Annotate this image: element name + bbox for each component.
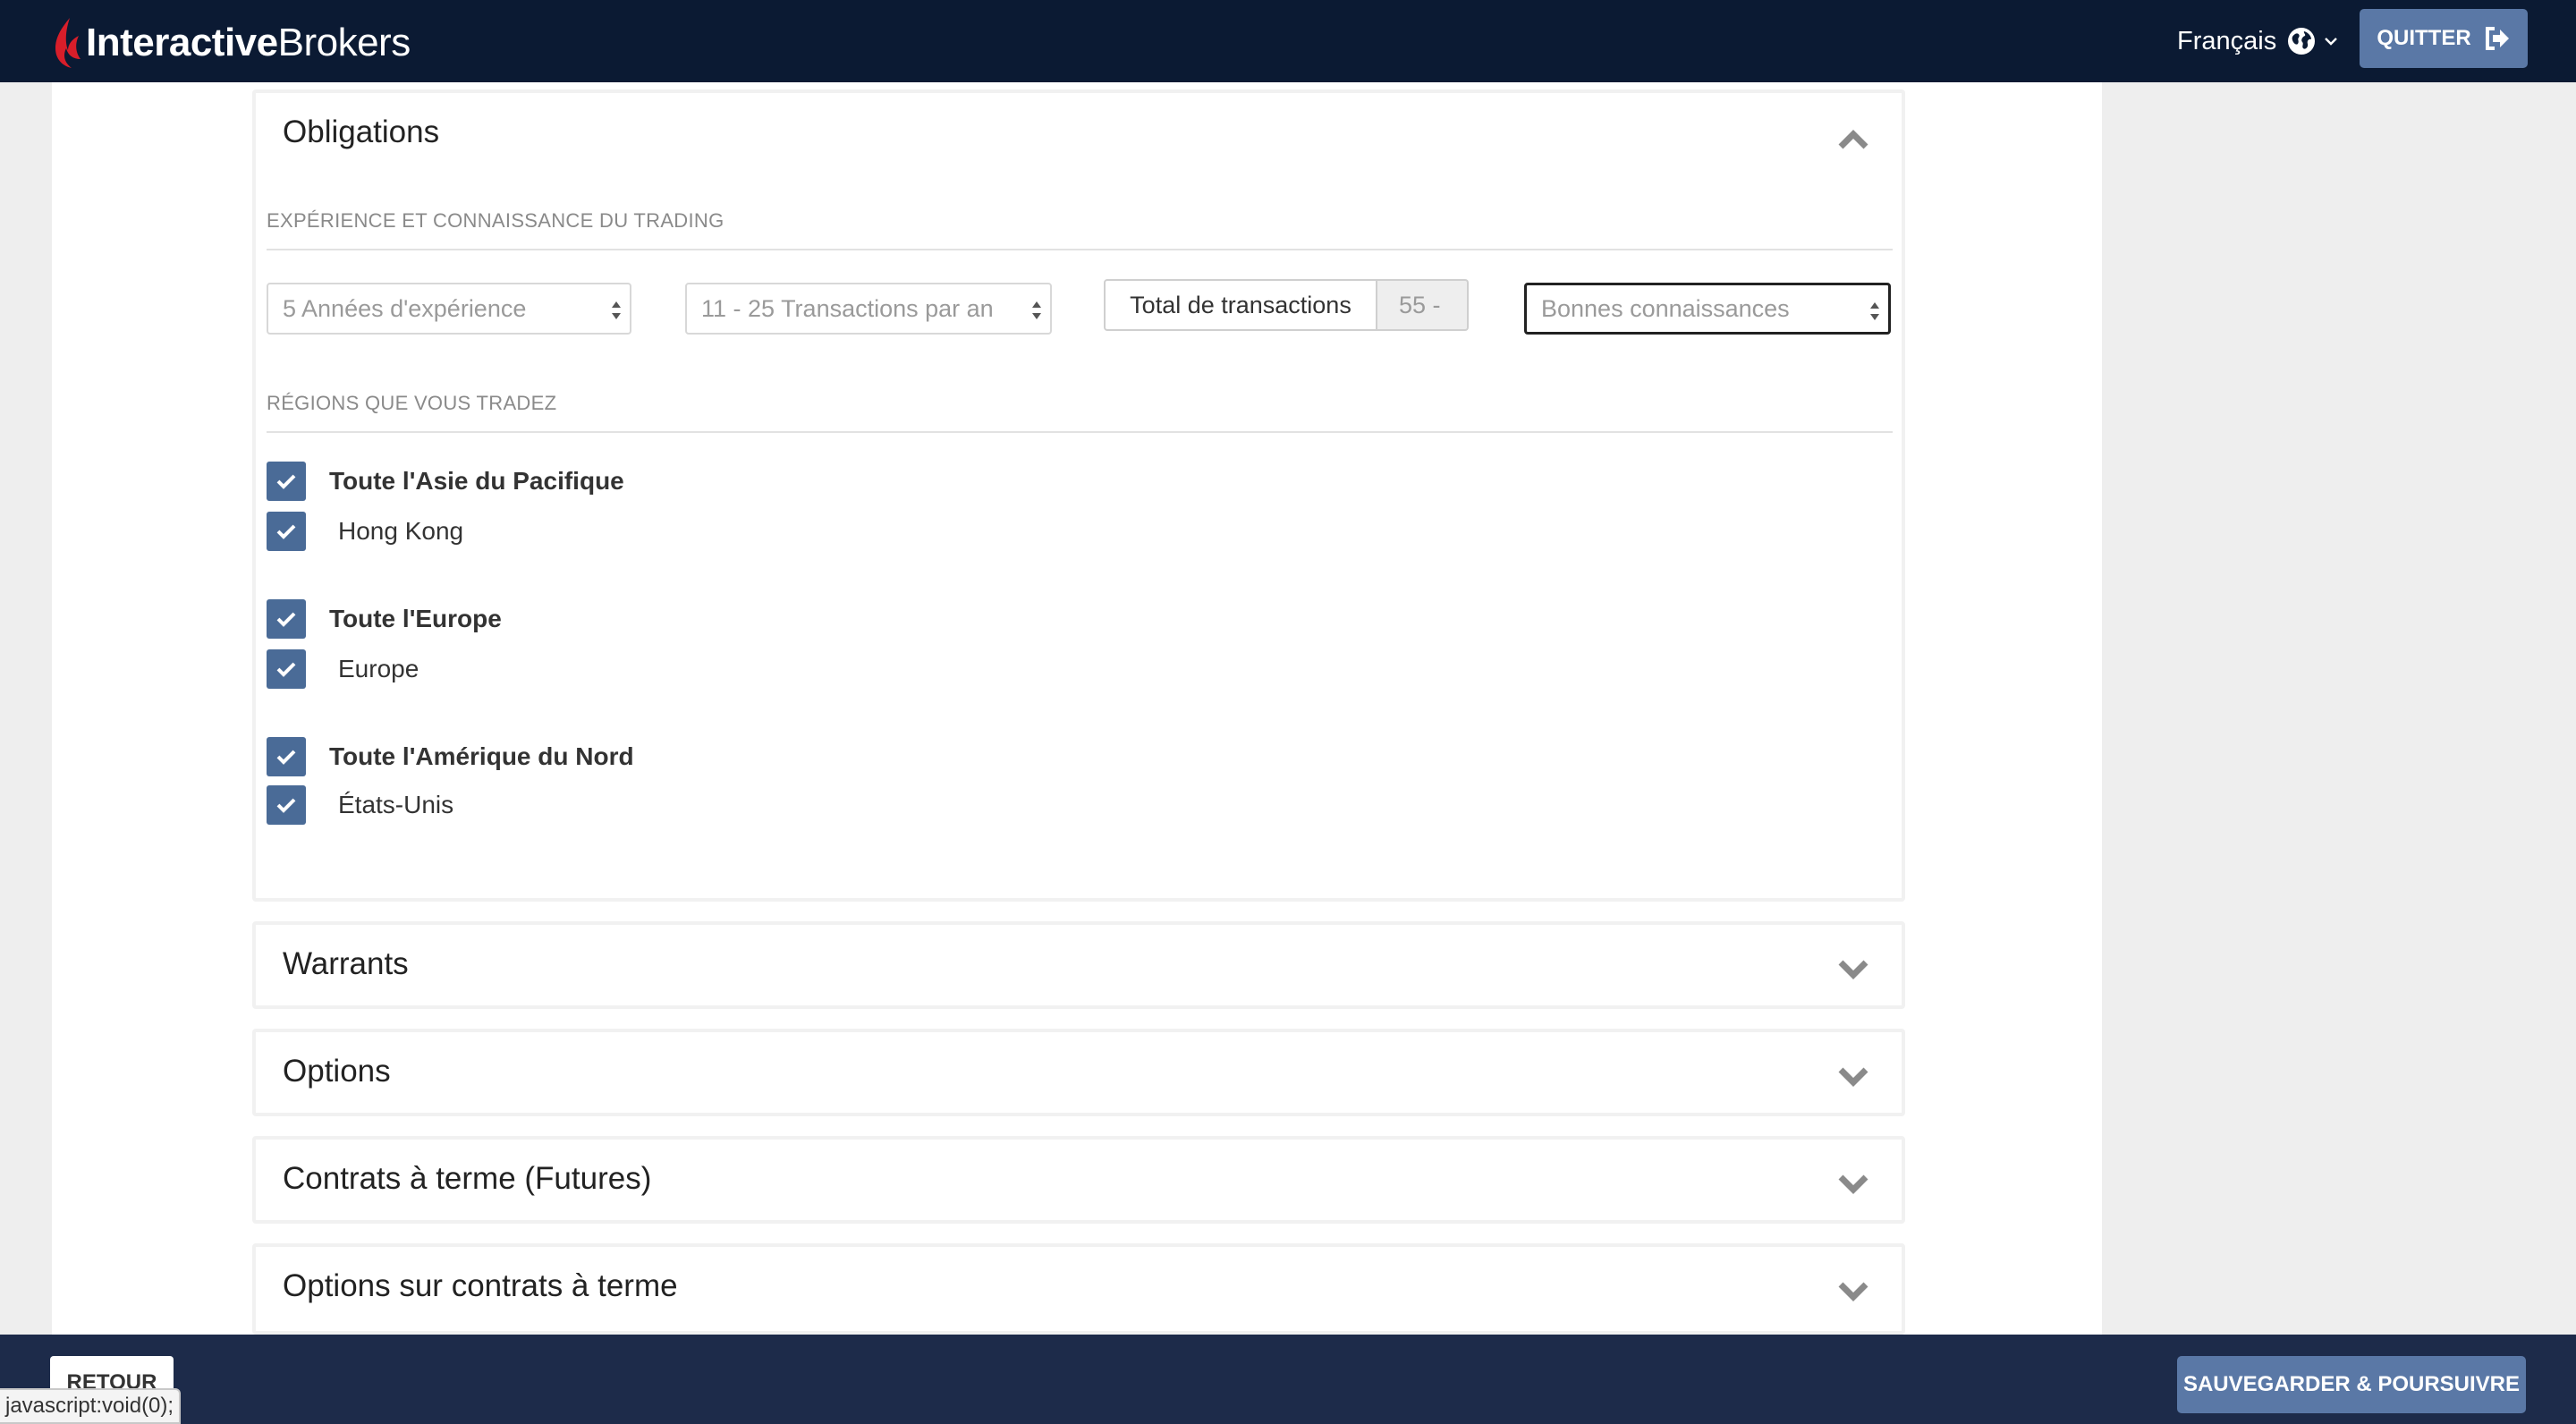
accordion-title: Options sur contrats à terme	[283, 1268, 678, 1303]
trades-per-year-select[interactable]: 11 - 25 Transactions par an	[685, 283, 1052, 335]
chevron-down-icon	[2325, 38, 2338, 46]
check-icon	[276, 662, 296, 677]
accordion-futures[interactable]: Contrats à terme (Futures)	[252, 1136, 1905, 1224]
bonds-title[interactable]: Obligations	[283, 114, 439, 150]
language-label: Français	[2177, 26, 2277, 55]
years-experience-value: 5 Années d'expérience	[283, 294, 527, 322]
accordion-options[interactable]: Options	[252, 1029, 1905, 1116]
status-bar-url: javascript:void(0);	[0, 1388, 182, 1424]
top-bar: InteractiveBrokers Français QUITTER	[0, 0, 2576, 82]
divider	[267, 249, 1893, 250]
accordion-title: Options	[283, 1054, 391, 1089]
region-item-label: Hong Kong	[338, 517, 464, 545]
region-group-europe[interactable]: Toute l'Europe	[267, 599, 502, 639]
checkbox-checked[interactable]	[267, 512, 306, 551]
chevron-down-icon	[1838, 1282, 1868, 1301]
check-icon	[276, 750, 296, 765]
region-item-label: Europe	[338, 655, 419, 682]
chevron-down-icon	[1838, 1174, 1868, 1194]
checkbox-checked[interactable]	[267, 462, 306, 501]
region-item-europe[interactable]: Europe	[267, 649, 419, 689]
chevron-down-icon	[1838, 1067, 1868, 1087]
trades-per-year-value: 11 - 25 Transactions par an	[701, 294, 994, 322]
logo-text-regular: Brokers	[277, 21, 411, 64]
checkbox-checked[interactable]	[267, 599, 306, 639]
logo-text: InteractiveBrokers	[86, 21, 411, 65]
footer-bar: RETOUR SAUVEGARDER & POURSUIVRE	[0, 1335, 2576, 1424]
total-transactions-value: 55 -	[1377, 279, 1469, 331]
logo[interactable]: InteractiveBrokers	[52, 14, 411, 72]
chevron-down-icon	[1838, 960, 1868, 979]
total-transactions-label: Total de transactions	[1104, 279, 1377, 331]
region-item-hong-kong[interactable]: Hong Kong	[267, 512, 463, 551]
globe-icon	[2288, 28, 2316, 55]
sign-out-icon	[2485, 27, 2509, 50]
language-selector[interactable]: Français	[2177, 20, 2339, 63]
knowledge-level-value: Bonnes connaissances	[1541, 294, 1790, 322]
region-item-label: États-Unis	[338, 791, 454, 818]
logo-flame-icon	[55, 18, 80, 68]
region-group-label: Toute l'Asie du Pacifique	[329, 467, 624, 495]
save-and-continue-button[interactable]: SAUVEGARDER & POURSUIVRE	[2177, 1356, 2526, 1413]
quit-button[interactable]: QUITTER	[2360, 9, 2528, 68]
region-group-asia-pacific[interactable]: Toute l'Asie du Pacifique	[267, 462, 624, 501]
check-icon	[276, 474, 296, 489]
years-experience-select[interactable]: 5 Années d'expérience	[267, 283, 631, 335]
logo-text-bold: Interactive	[86, 21, 278, 64]
bonds-card: Obligations EXPÉRIENCE ET CONNAISSANCE D…	[252, 89, 1905, 902]
select-arrows-icon	[1870, 302, 1879, 320]
chevron-up-icon[interactable]	[1835, 127, 1871, 152]
accordion-warrants[interactable]: Warrants	[252, 921, 1905, 1009]
quit-button-label: QUITTER	[2377, 26, 2471, 50]
region-group-label: Toute l'Amérique du Nord	[329, 742, 634, 770]
select-arrows-icon	[612, 301, 621, 319]
region-group-label: Toute l'Europe	[329, 605, 502, 632]
accordion-futures-options[interactable]: Options sur contrats à terme	[252, 1243, 1905, 1335]
check-icon	[276, 524, 296, 539]
experience-section-label: EXPÉRIENCE ET CONNAISSANCE DU TRADING	[267, 209, 724, 232]
region-item-united-states[interactable]: États-Unis	[267, 785, 453, 825]
select-arrows-icon	[1032, 301, 1041, 319]
check-icon	[276, 612, 296, 627]
knowledge-level-select[interactable]: Bonnes connaissances	[1524, 283, 1891, 335]
total-transactions-group: Total de transactions 55 -	[1104, 279, 1469, 331]
region-group-north-america[interactable]: Toute l'Amérique du Nord	[267, 737, 634, 776]
checkbox-checked[interactable]	[267, 737, 306, 776]
check-icon	[276, 798, 296, 813]
checkbox-checked[interactable]	[267, 649, 306, 689]
accordion-title: Warrants	[283, 946, 409, 981]
accordion-title: Contrats à terme (Futures)	[283, 1161, 652, 1196]
checkbox-checked[interactable]	[267, 785, 306, 825]
regions-section-label: RÉGIONS QUE VOUS TRADEZ	[267, 392, 557, 414]
divider	[267, 431, 1893, 433]
